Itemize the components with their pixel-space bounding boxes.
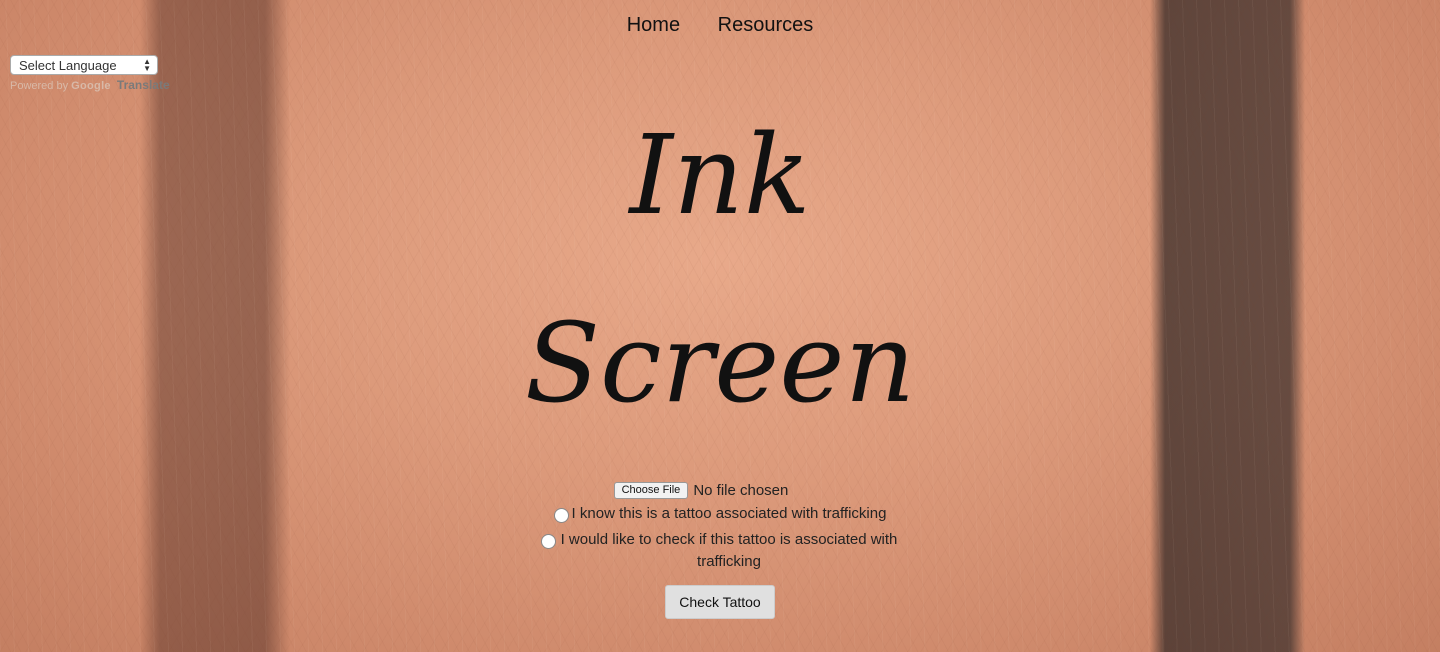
tattoo-check-form: Choose File No file chosen I know this i… bbox=[0, 482, 1440, 619]
radio-check-trafficking[interactable] bbox=[541, 534, 556, 549]
language-select[interactable]: Select Language ▲ ▼ bbox=[10, 55, 158, 75]
select-arrows-icon: ▲ ▼ bbox=[143, 57, 151, 73]
top-nav: Home Resources bbox=[0, 14, 1440, 37]
powered-by-label: Powered by bbox=[10, 80, 69, 92]
radio-known-trafficking[interactable] bbox=[553, 508, 569, 523]
option-label-check: I would like to check if this tattoo is … bbox=[560, 531, 898, 570]
page-title-ink: Ink bbox=[629, 111, 811, 239]
powered-by-text: Powered by Google Translate bbox=[10, 78, 170, 92]
check-tattoo-button[interactable]: Check Tattoo bbox=[665, 585, 775, 619]
option-row-known: I know this is a tattoo associated with … bbox=[0, 503, 1440, 525]
page-title-screen: Screen bbox=[524, 299, 916, 427]
google-logo: Google bbox=[71, 80, 111, 92]
file-status-text: No file chosen bbox=[693, 482, 789, 499]
nav-home-link[interactable]: Home bbox=[627, 14, 680, 36]
language-select-label: Select Language bbox=[19, 57, 117, 73]
option-row-check: I would like to check if this tattoo is … bbox=[0, 529, 1440, 573]
translate-word[interactable]: Translate bbox=[117, 78, 170, 92]
nav-resources-link[interactable]: Resources bbox=[718, 14, 814, 36]
google-translate-widget: Select Language ▲ ▼ Powered by Google Tra… bbox=[10, 55, 170, 92]
choose-file-button[interactable]: Choose File bbox=[613, 482, 689, 499]
option-label-known: I know this is a tattoo associated with … bbox=[571, 505, 887, 522]
file-upload-row: Choose File No file chosen bbox=[0, 482, 1440, 499]
